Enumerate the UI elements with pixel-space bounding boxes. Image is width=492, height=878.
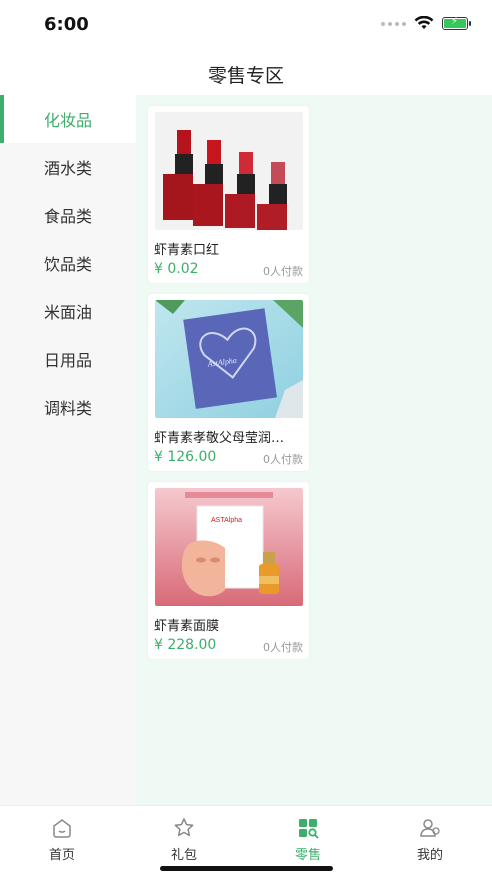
sidebar-item-label: 米面油	[43, 303, 92, 322]
paid-count: 0人付款	[263, 453, 303, 466]
product-name: 虾青素孝敬父母莹润…	[154, 431, 285, 446]
status-time: 6:00	[44, 14, 89, 35]
sidebar-item-label: 日用品	[43, 351, 92, 370]
product-name: 虾青素面膜	[154, 619, 220, 634]
paid-count: 0人付款	[263, 641, 303, 654]
home-indicator	[160, 866, 333, 871]
sidebar-item-label: 酒水类	[43, 159, 92, 178]
retail-icon	[299, 819, 319, 839]
active-indicator	[0, 95, 4, 143]
product-card[interactable]: 虾青素口红 ¥ 0.02 0人付款	[148, 106, 309, 283]
product-area: 虾青素口红 ¥ 0.02 0人付款 AstAlpha 虾青素孝敬父母莹润… ¥ …	[136, 95, 492, 805]
tab-home[interactable]: 首页	[22, 812, 102, 872]
sidebar-item-liquor[interactable]: 酒水类	[0, 143, 136, 191]
battery-icon: ⚡	[442, 16, 471, 30]
tab-retail[interactable]: 零售	[268, 812, 348, 872]
sidebar-item-cosmetics[interactable]: 化妆品	[0, 95, 136, 143]
sidebar-item-label: 食品类	[43, 207, 92, 226]
signal-icon	[381, 21, 406, 26]
status-bar: 6:00 ⚡	[0, 0, 492, 50]
tab-label: 首页	[48, 848, 75, 863]
page-title: 零售专区	[207, 65, 284, 87]
sidebar-item-drinks[interactable]: 饮品类	[0, 239, 136, 287]
product-image-lipsticks	[155, 112, 303, 230]
sidebar-item-label: 调料类	[43, 399, 92, 418]
sidebar-item-food[interactable]: 食品类	[0, 191, 136, 239]
product-price: ¥ 228.00	[154, 637, 217, 653]
product-grid: 虾青素口红 ¥ 0.02 0人付款 AstAlpha 虾青素孝敬父母莹润… ¥ …	[148, 106, 480, 659]
sidebar-item-seasoning[interactable]: 调料类	[0, 383, 136, 431]
product-card[interactable]: ASTAlpha 虾青素面膜 ¥ 228.00 0人付款	[148, 482, 309, 659]
home-icon	[53, 819, 71, 838]
product-card[interactable]: AstAlpha 虾青素孝敬父母莹润… ¥ 126.00 0人付款	[148, 294, 309, 471]
sidebar-item-label: 饮品类	[43, 255, 92, 274]
tab-label: 零售	[294, 848, 321, 863]
nav-bar: 零售专区	[0, 50, 492, 95]
tab-label: 我的	[416, 848, 443, 863]
tab-gift[interactable]: 礼包	[144, 812, 224, 872]
wifi-icon	[414, 16, 434, 29]
user-icon	[420, 819, 440, 837]
status-icons: ⚡	[381, 16, 471, 31]
sidebar-item-label: 化妆品	[43, 111, 92, 130]
paid-count: 0人付款	[263, 265, 303, 278]
product-image-mask-pack: AstAlpha	[155, 300, 303, 418]
product-name: 虾青素口红	[154, 243, 220, 258]
tab-profile[interactable]: 我的	[390, 812, 470, 872]
category-sidebar: 化妆品 酒水类 食品类 饮品类 米面油 日用品 调料类	[0, 95, 136, 805]
product-price: ¥ 0.02	[154, 261, 199, 277]
face-mask-brand: ASTAlpha	[211, 517, 242, 524]
star-icon	[174, 818, 194, 837]
product-image-face-mask: ASTAlpha	[155, 488, 303, 606]
sidebar-item-grain-oil[interactable]: 米面油	[0, 287, 136, 335]
sidebar-item-daily-goods[interactable]: 日用品	[0, 335, 136, 383]
tab-label: 礼包	[170, 848, 197, 863]
product-price: ¥ 126.00	[154, 449, 217, 465]
